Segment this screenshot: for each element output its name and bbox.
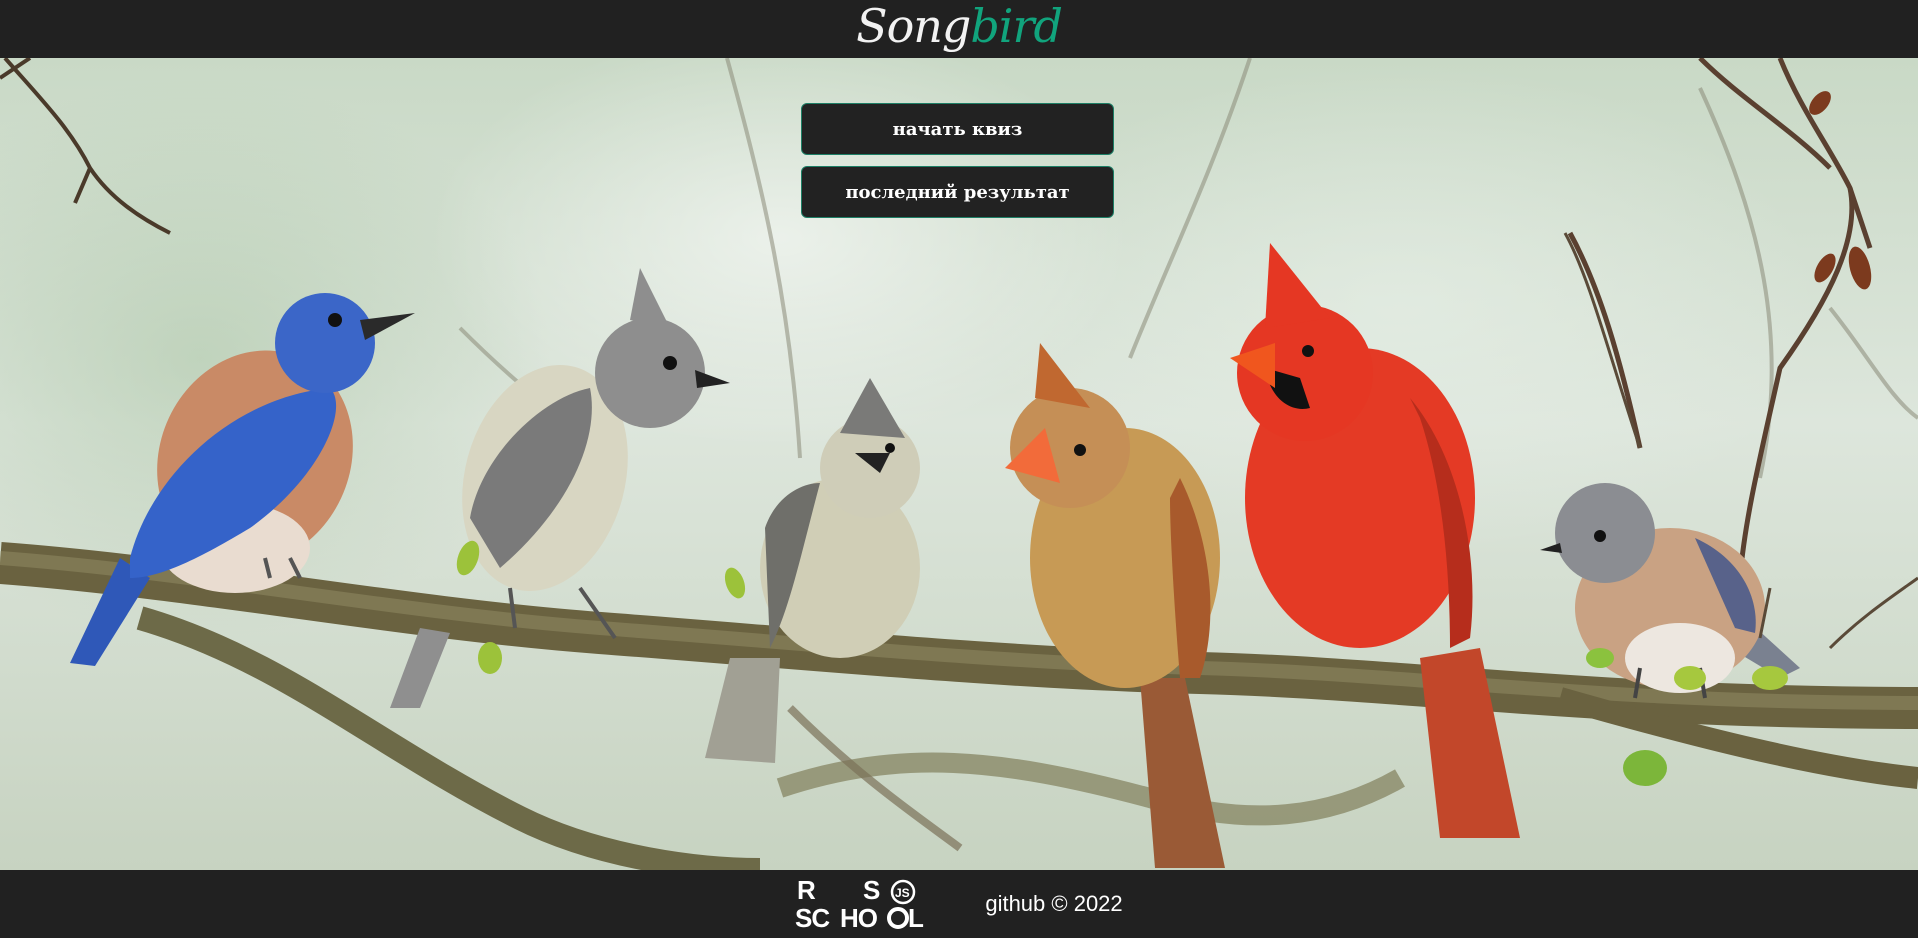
rs-school-logo[interactable]: R S JS SC HO L: [795, 877, 935, 931]
footer: R S JS SC HO L github © 2022: [0, 870, 1918, 938]
rs-school-logo-letters: R S JS SC HO L: [795, 877, 924, 931]
header: Songbird: [0, 0, 1918, 58]
logo-part-song: Song: [856, 0, 971, 53]
songbird-logo[interactable]: Songbird: [856, 3, 1063, 49]
top-left-twig: [0, 58, 171, 235]
svg-text:JS: JS: [895, 886, 910, 900]
bird-female-bluebird: [1540, 483, 1800, 699]
bird-male-cardinal: [1230, 243, 1520, 838]
svg-text:SC: SC: [795, 903, 830, 931]
svg-text:S: S: [863, 877, 880, 905]
svg-text:L: L: [908, 903, 924, 931]
logo-part-bird: bird: [970, 0, 1063, 53]
last-result-button[interactable]: последний результат: [801, 166, 1114, 218]
svg-text:R: R: [797, 877, 816, 905]
svg-text:HO: HO: [840, 903, 878, 931]
hero-area: начать квиз последний результат: [0, 58, 1918, 870]
start-quiz-button[interactable]: начать квиз: [801, 103, 1114, 155]
github-copyright-link[interactable]: github © 2022: [985, 891, 1122, 917]
